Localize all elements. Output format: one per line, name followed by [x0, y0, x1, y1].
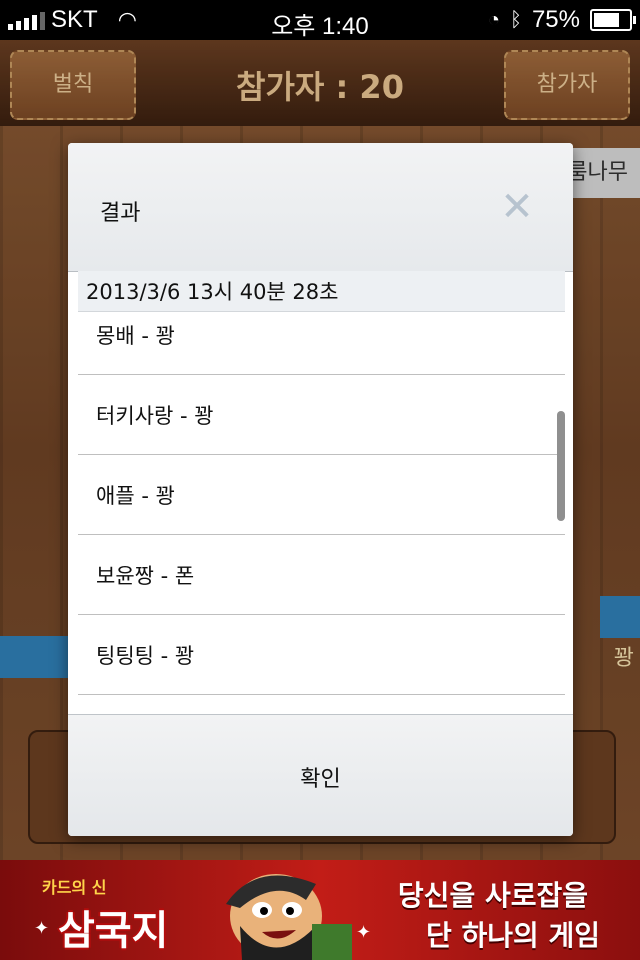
list-item: 애플 - 꽝 [78, 455, 565, 535]
ad-banner[interactable]: 카드의 신 삼국지 ✦ ✦ 당신을 사로잡을 단 하나의 게임 [0, 860, 640, 960]
ad-tagline-2: 단 하나의 게임 [425, 919, 600, 952]
dialog-footer: 확인 [68, 714, 573, 836]
list-item: 보윤짱 - 폰 [78, 535, 565, 615]
confirm-button[interactable]: 확인 [68, 761, 573, 793]
bluetooth-icon: ᛒ [509, 8, 522, 31]
sparkle-icon: ✦ [356, 922, 372, 943]
ad-brand-small: 카드의 신 [42, 878, 107, 897]
status-bar: SKT ◠ 오후 1:40 ◔ ᛒ 75% [0, 0, 640, 40]
ad-tagline-1: 당신을 사로잡을 [397, 879, 588, 912]
status-right: ◔ ᛒ 75% [487, 6, 636, 34]
battery-icon [590, 9, 636, 31]
dialog-header: 결과 ✕ [68, 143, 573, 272]
dialog-title: 결과 [100, 201, 141, 226]
list-item: 팅팅팅 - 꽝 [78, 615, 565, 695]
result-list[interactable]: 2013/3/6 13시 40분 28초 몽배 - 꽝 터키사랑 - 꽝 애플 … [78, 271, 565, 715]
result-timestamp: 2013/3/6 13시 40분 28초 [78, 271, 565, 312]
battery-percent: 75% [531, 6, 580, 33]
sparkle-icon: ✦ [34, 918, 50, 939]
alarm-icon: ◔ [487, 8, 500, 31]
close-icon[interactable]: ✕ [497, 187, 537, 227]
list-item: 몽배 - 꽝 [78, 312, 565, 375]
result-dialog: 결과 ✕ 2013/3/6 13시 40분 28초 몽배 - 꽝 터키사랑 - … [68, 143, 573, 836]
list-item: 터키사랑 - 꽝 [78, 375, 565, 455]
character-illustration [226, 874, 352, 960]
ad-brand-logo: 삼국지 [58, 908, 169, 954]
list-scrollbar[interactable] [557, 411, 565, 521]
